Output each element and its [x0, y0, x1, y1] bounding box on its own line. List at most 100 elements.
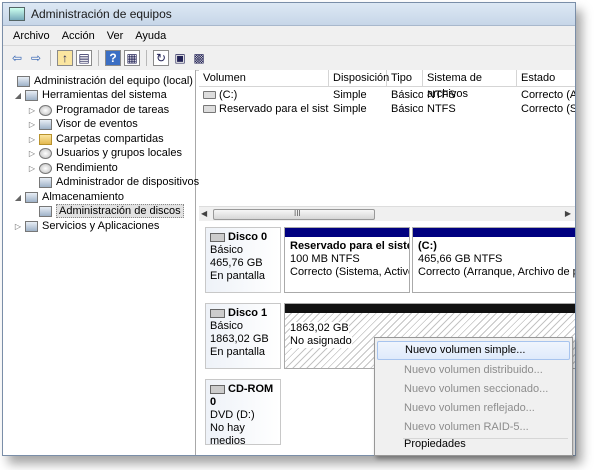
- table-row[interactable]: (C:) Simple Básico NTFS Correcto (Arranq: [199, 88, 575, 102]
- event-viewer-icon: [39, 118, 52, 130]
- tree-label: Administrador de dispositivos: [56, 176, 200, 188]
- app-icon: [9, 7, 25, 21]
- tree-item-services[interactable]: ▷ Servicios y Aplicaciones: [13, 219, 159, 233]
- cell-filesystem: NTFS: [427, 103, 456, 115]
- partition-status: Correcto (Sistema, Activo, P: [290, 266, 409, 278]
- disk-status: En pantalla: [210, 346, 266, 358]
- cell-volume: Reservado para el sistema: [199, 102, 329, 116]
- column-header-type[interactable]: Tipo: [387, 70, 423, 86]
- partition-info: (C:) 465,66 GB NTFS Correcto (Arranque, …: [413, 237, 575, 282]
- tree-label: Visor de eventos: [56, 118, 138, 130]
- disk-0-label[interactable]: Disco 0 Básico 465,76 GB En pantalla: [205, 227, 281, 293]
- menu-item-new-mirrored-volume: Nuevo volumen reflejado...: [404, 402, 535, 414]
- tree-item-local-users[interactable]: ▷ Usuarios y grupos locales: [27, 146, 182, 160]
- collapsed-arrow-icon[interactable]: ▷: [27, 135, 37, 144]
- column-header-filesystem[interactable]: Sistema de archivos: [423, 70, 517, 100]
- shared-folder-icon: [39, 133, 52, 145]
- tree-item-task-scheduler[interactable]: ▷ Programador de tareas: [27, 103, 169, 117]
- tree-label: Herramientas del sistema: [42, 89, 167, 101]
- show-tree-icon[interactable]: ▤: [76, 50, 92, 66]
- tree-label: Almacenamiento: [42, 191, 124, 203]
- menu-item-new-spanned-volume: Nuevo volumen distribuido...: [404, 364, 543, 376]
- services-icon: [25, 220, 38, 232]
- properties-icon[interactable]: ▣: [172, 50, 188, 66]
- disk-name: Disco 0: [228, 231, 268, 243]
- export-icon[interactable]: ▩: [191, 50, 207, 66]
- scroll-right-arrow-icon[interactable]: ▶: [565, 209, 571, 218]
- back-arrow-icon[interactable]: ⇦: [9, 50, 25, 66]
- disk-size: 1863,02 GB: [210, 333, 269, 345]
- tree-item-system-tools[interactable]: ◢ Herramientas del sistema: [13, 88, 167, 102]
- column-header-status[interactable]: Estado: [517, 70, 575, 86]
- drive-icon: [203, 105, 216, 114]
- context-menu: Nuevo volumen simple... Nuevo volumen di…: [374, 337, 573, 456]
- tree-item-storage[interactable]: ◢ Almacenamiento: [13, 190, 124, 204]
- partition-c[interactable]: (C:) 465,66 GB NTFS Correcto (Arranque, …: [412, 227, 575, 293]
- computer-icon: [17, 75, 30, 87]
- table-row[interactable]: Reservado para el sistema Simple Básico …: [199, 102, 575, 116]
- cell-filesystem: NTFS: [427, 89, 456, 101]
- menu-archivo[interactable]: Archivo: [7, 30, 56, 42]
- tree-label: Programador de tareas: [56, 104, 170, 116]
- menu-ver[interactable]: Ver: [101, 30, 130, 42]
- collapsed-arrow-icon[interactable]: ▷: [27, 149, 37, 158]
- tools-icon: [25, 89, 38, 101]
- partition-bar: [413, 228, 575, 237]
- partition-reserved[interactable]: Reservado para el sistema 100 MB NTFS Co…: [284, 227, 410, 293]
- collapsed-arrow-icon[interactable]: ▷: [27, 164, 37, 173]
- partition-info: Reservado para el sistema 100 MB NTFS Co…: [285, 237, 409, 282]
- disk-icon: [210, 232, 225, 242]
- expanded-arrow-icon[interactable]: ◢: [13, 91, 23, 100]
- partition-status: No asignado: [290, 335, 352, 348]
- expanded-arrow-icon[interactable]: ◢: [13, 193, 23, 202]
- scrollbar-thumb[interactable]: III: [213, 209, 375, 220]
- cell-status: Correcto (Sist: [521, 103, 575, 115]
- toolbar-separator: [50, 50, 51, 66]
- collapsed-arrow-icon[interactable]: ▷: [27, 120, 37, 129]
- tree-item-computer-management[interactable]: Administración del equipo (local): [5, 74, 193, 88]
- collapsed-arrow-icon[interactable]: ▷: [13, 222, 23, 231]
- window-title: Administración de equipos: [31, 7, 172, 21]
- tree-item-event-viewer[interactable]: ▷ Visor de eventos: [27, 117, 138, 131]
- partition-size: 465,66 GB NTFS: [418, 253, 503, 265]
- disk-icon: [210, 308, 225, 318]
- disk-1-label[interactable]: Disco 1 Básico 1863,02 GB En pantalla: [205, 303, 281, 369]
- clock-icon: [39, 104, 52, 116]
- tree-item-shared-folders[interactable]: ▷ Carpetas compartidas: [27, 132, 164, 146]
- cdrom-0-label[interactable]: CD-ROM 0 DVD (D:) No hay medios: [205, 379, 281, 447]
- refresh-icon[interactable]: ↻: [153, 50, 169, 66]
- help-icon[interactable]: ?: [105, 50, 121, 66]
- horizontal-scrollbar[interactable]: ◀ III ▶: [199, 206, 575, 221]
- up-folder-icon[interactable]: ↑: [57, 50, 73, 66]
- tree-item-performance[interactable]: ▷ Rendimiento: [27, 161, 118, 175]
- cell-status: Correcto (Arranq: [521, 89, 575, 101]
- collapsed-arrow-icon[interactable]: ▷: [27, 106, 37, 115]
- column-header-layout[interactable]: Disposición: [329, 70, 389, 86]
- device-manager-icon: [39, 176, 52, 188]
- cell-layout: Simple: [333, 89, 367, 101]
- disk-type: Básico: [210, 244, 244, 256]
- menu-item-new-simple-volume[interactable]: Nuevo volumen simple...: [377, 341, 570, 360]
- cdrom-0-name: CD-ROM 0: [210, 383, 276, 409]
- menu-ayuda[interactable]: Ayuda: [129, 30, 172, 42]
- title-bar[interactable]: Administración de equipos: [3, 3, 575, 26]
- console-icon[interactable]: ▦: [124, 50, 140, 66]
- tree-label: Rendimiento: [56, 162, 118, 174]
- toolbar-separator: [98, 50, 99, 66]
- cell-type: Básico: [391, 103, 423, 115]
- partition-title: Reservado para el sistema: [290, 240, 409, 252]
- volume-list-header: Volumen Disposición Tipo Sistema de arch…: [199, 70, 575, 100]
- menu-item-properties[interactable]: Propiedades: [377, 435, 570, 454]
- tree-item-device-manager[interactable]: Administrador de dispositivos: [27, 175, 199, 189]
- disk-0-name: Disco 0: [210, 231, 276, 244]
- tree-item-disk-management[interactable]: Administración de discos: [27, 204, 184, 218]
- menu-item-new-striped-volume: Nuevo volumen seccionado...: [404, 383, 549, 395]
- forward-arrow-icon[interactable]: ⇨: [28, 50, 44, 66]
- scroll-left-arrow-icon[interactable]: ◀: [201, 209, 207, 218]
- menu-bar: Archivo Acción Ver Ayuda: [3, 26, 575, 46]
- drive-icon: [203, 91, 216, 100]
- menu-accion[interactable]: Acción: [56, 30, 101, 42]
- partition-size: 1863,02 GB: [290, 322, 349, 335]
- column-header-volume[interactable]: Volumen: [199, 70, 329, 86]
- storage-icon: [25, 191, 38, 203]
